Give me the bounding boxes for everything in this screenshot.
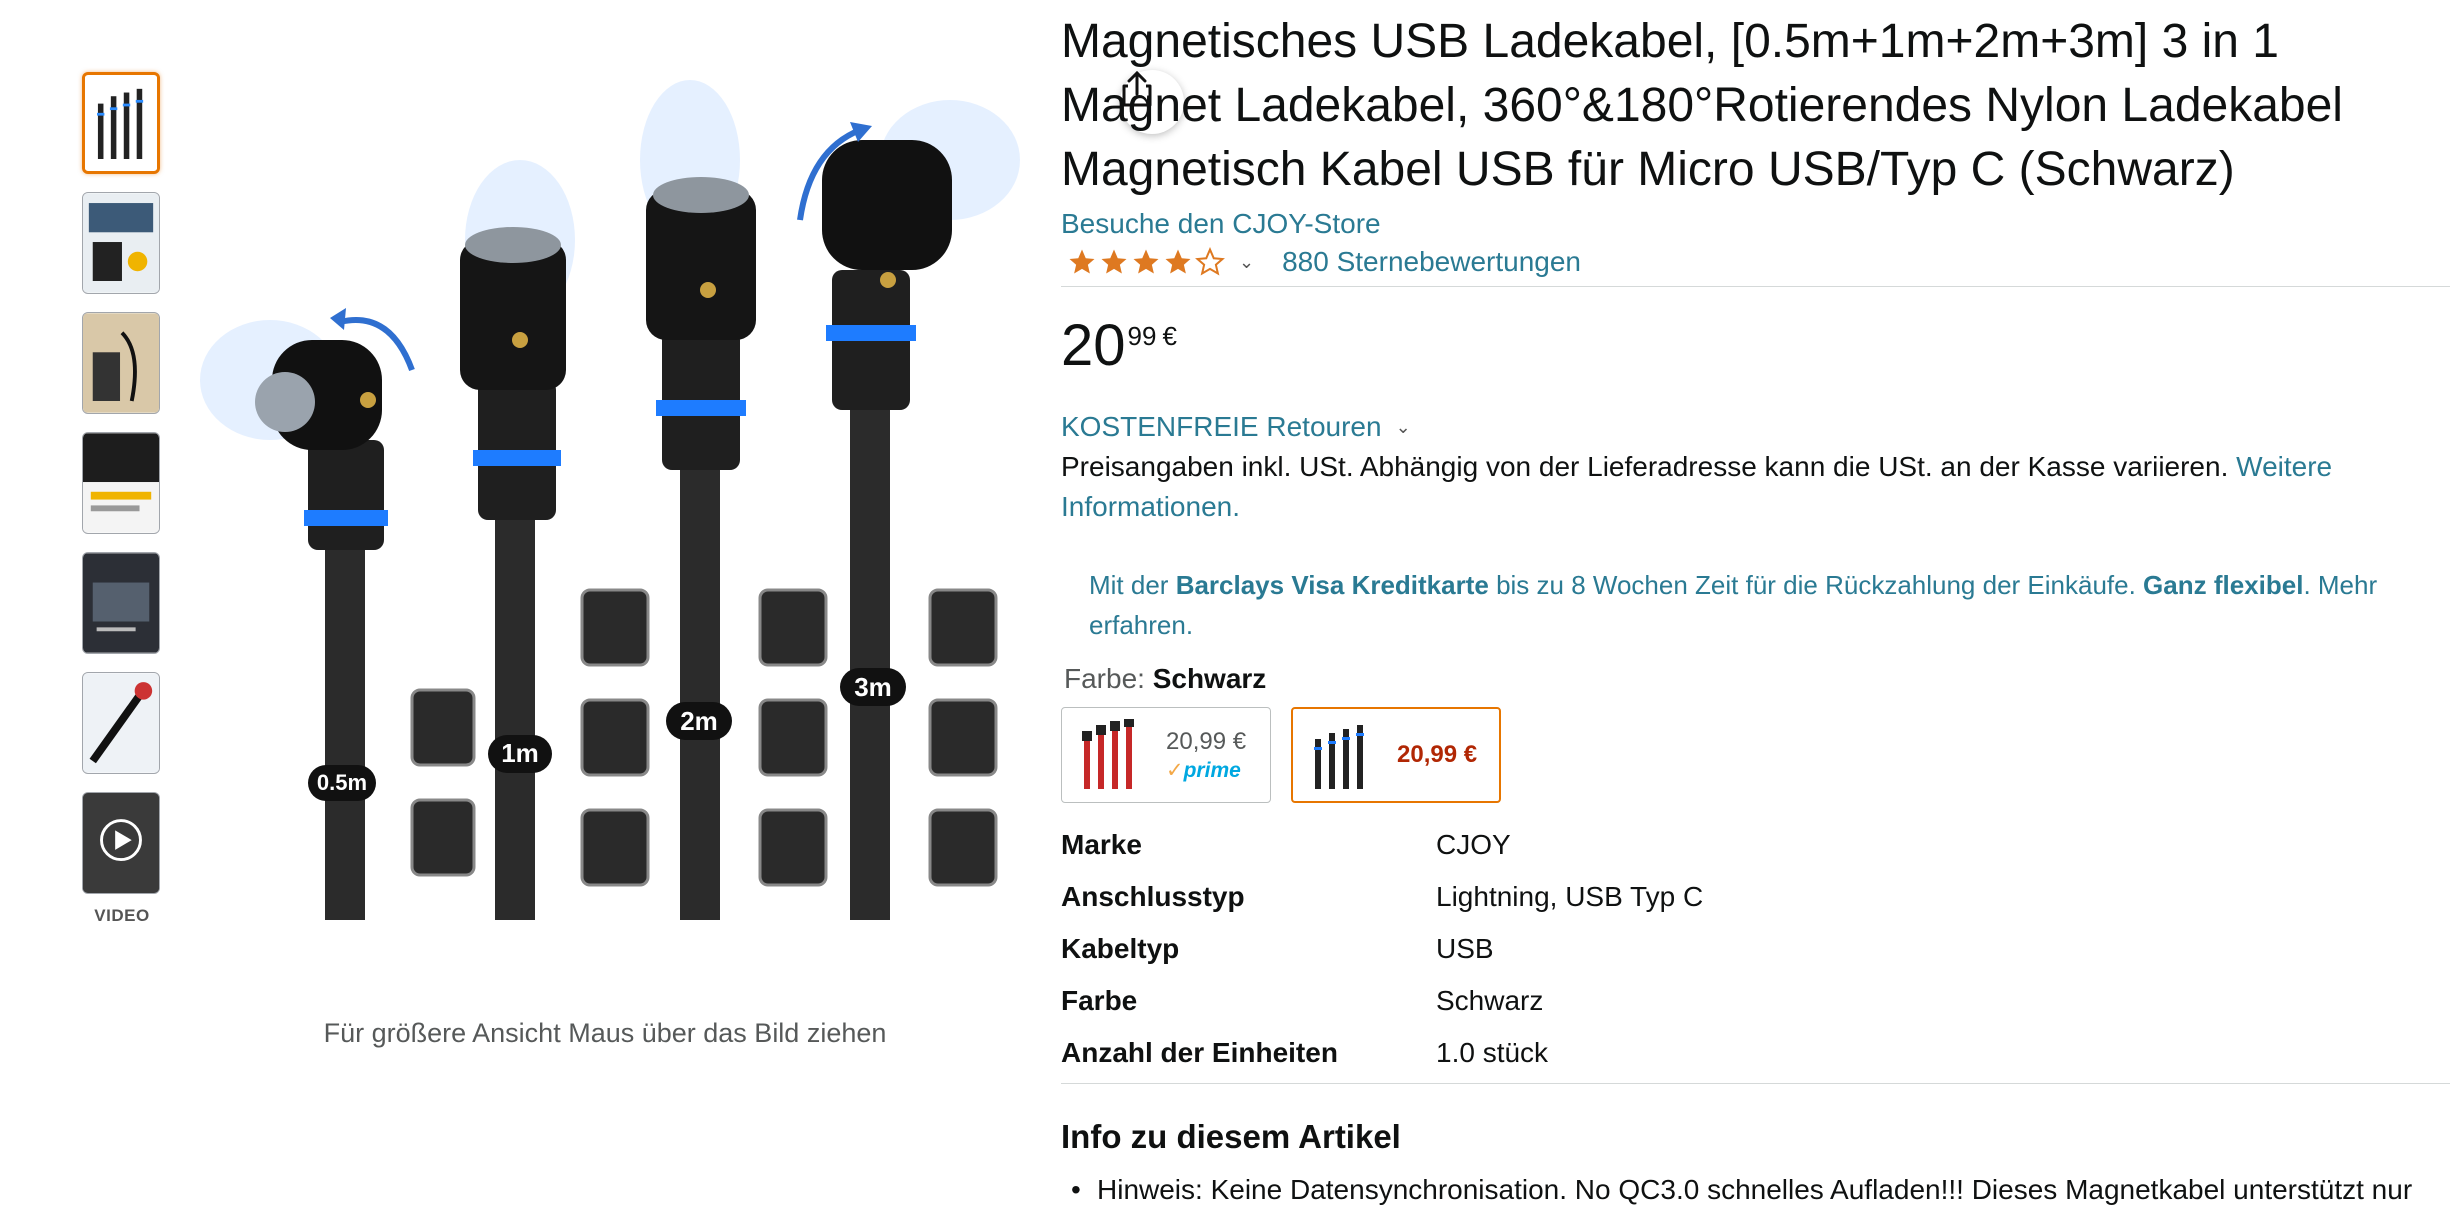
product-details: Magnetisches USB Ladekabel, [0.5m+1m+2m+… [1061, 0, 2450, 1206]
star-empty-icon [1195, 247, 1225, 276]
label-05m: 0.5m [317, 770, 367, 795]
label-3m: 3m [854, 672, 892, 702]
spec-row: Anzahl der Einheiten 1.0 stück [1061, 1027, 2450, 1079]
ratings-count-link[interactable]: 880 Sternebewertungen [1282, 246, 1581, 278]
spec-value: USB [1436, 933, 1494, 964]
thumbnail-strip: VIDEO [82, 72, 162, 926]
spec-value: Schwarz [1436, 985, 1544, 1016]
thumbnail-5[interactable] [82, 552, 160, 654]
color-selected-value: Schwarz [1152, 663, 1267, 694]
thumbnail-4[interactable] [82, 432, 160, 534]
color-label-text: Farbe: [1064, 663, 1153, 694]
spec-row: Marke CJOY [1061, 819, 2450, 871]
price-currency: € [1162, 321, 1177, 351]
spec-key: Marke [1061, 829, 1142, 860]
store-link[interactable]: Besuche den CJOY-Store [1061, 208, 2450, 240]
price: 20 99 € [1061, 317, 2450, 375]
thumbnail-2[interactable] [82, 192, 160, 294]
credit-card-promo[interactable]: Mit der Barclays Visa Kreditkarte bis zu… [1089, 565, 2419, 645]
promo-bold-end: Ganz flexibel [2143, 570, 2304, 600]
color-option-red[interactable]: 20,99 € ✓prime [1061, 707, 1271, 803]
chevron-down-icon[interactable]: ⌄ [1396, 417, 1411, 438]
swatch-info: 20,99 € ✓prime [1166, 728, 1246, 783]
tax-info: Preisangaben inkl. USt. Abhängig von der… [1061, 447, 2401, 527]
main-product-image[interactable]: 0.5m 1m 2m 3m [190, 40, 1184, 920]
spec-key: Kabeltyp [1061, 933, 1180, 964]
rating-row: ⌄ 880 Sternebewertungen [1061, 242, 2450, 282]
spec-key: Farbe [1061, 985, 1138, 1016]
zoom-hint: Für größere Ansicht Maus über das Bild z… [323, 1018, 887, 1048]
spec-table: Marke CJOY Anschlusstyp Lightning, USB Typ… [1061, 819, 2450, 1079]
promo-prefix: Mit der [1089, 570, 1176, 600]
star-full-icon [1165, 249, 1191, 274]
thumbnail-1[interactable] [82, 72, 160, 174]
prime-badge: ✓prime [1166, 758, 1246, 783]
spec-key: Anzahl der Einheiten [1061, 1037, 1338, 1068]
prime-check-icon: ✓ [1166, 758, 1184, 782]
swatch-price: 20,99 € [1397, 741, 1478, 768]
label-1m: 1m [501, 738, 539, 768]
promo-middle: bis zu 8 Wochen Zeit für die Rückzahlung… [1488, 570, 2144, 600]
video-label: VIDEO [94, 906, 150, 925]
thumbnail-3[interactable] [82, 312, 160, 414]
product-title: Magnetisches USB Ladekabel, [0.5m+1m+2m+… [1061, 15, 2343, 196]
color-label: Farbe: Schwarz [1064, 663, 2450, 695]
chevron-down-icon[interactable]: ⌄ [1239, 252, 1254, 273]
thumbnail-video[interactable] [82, 792, 160, 894]
price-whole: 20 [1061, 313, 1126, 378]
spec-row: Anschlusstyp Lightning, USB Typ C [1061, 871, 2450, 923]
spec-key: Anschlusstyp [1061, 881, 1245, 912]
returns-link[interactable]: KOSTENFREIE Retouren [1061, 411, 1382, 443]
thumbnail-6[interactable] [82, 672, 160, 774]
promo-card: Barclays Visa Kreditkarte [1175, 570, 1489, 600]
tax-text: Preisangaben inkl. USt. Abhängig von der… [1061, 451, 2229, 482]
about-heading: Info zu diesem Artikel [1061, 1118, 1401, 1155]
star-rating[interactable] [1067, 247, 1225, 277]
divider [1061, 286, 2450, 287]
star-full-icon [1133, 249, 1159, 274]
spec-value: CJOY [1436, 829, 1511, 860]
spec-row: Kabeltyp USB [1061, 923, 2450, 975]
color-option-black[interactable]: 20,99 € [1291, 707, 1501, 803]
star-full-icon [1101, 249, 1127, 274]
spec-value: Lightning, USB Typ C [1436, 881, 1704, 912]
swatch-image-red [1074, 717, 1152, 793]
star-full-icon [1069, 249, 1095, 274]
label-2m: 2m [680, 706, 718, 736]
about-bullet: Hinweis: Keine Datensynchronisation. No … [1061, 1174, 2450, 1206]
color-swatches: 20,99 € ✓prime 20,99 € [1061, 707, 2450, 803]
prime-badge-text: prime [1183, 758, 1241, 782]
returns-row[interactable]: KOSTENFREIE Retouren ⌄ [1061, 411, 2450, 443]
swatch-price: 20,99 € [1166, 727, 1247, 755]
swatch-info: 20,99 € [1397, 741, 1477, 769]
swatch-image-black [1305, 717, 1383, 793]
spec-value: 1.0 stück [1436, 1037, 1549, 1068]
spec-row: Farbe Schwarz [1061, 975, 2450, 1027]
price-fraction: 99 [1127, 321, 1157, 351]
divider [1061, 1083, 2450, 1084]
